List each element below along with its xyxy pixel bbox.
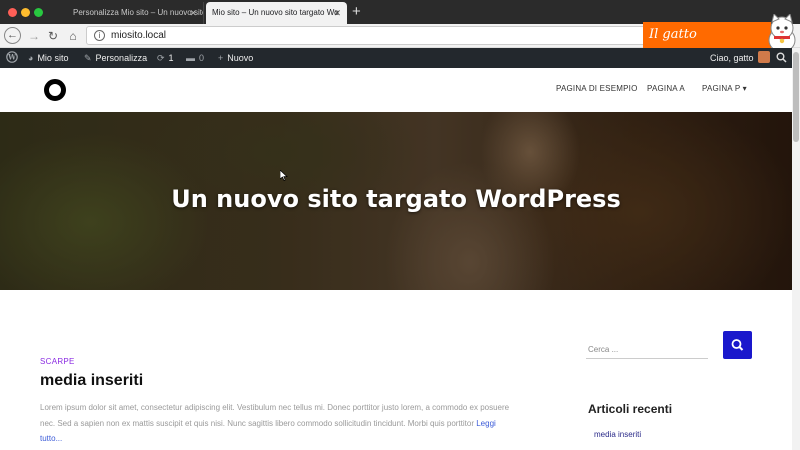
- close-window-button[interactable]: [8, 8, 17, 17]
- comment-icon: ▬: [186, 53, 195, 63]
- customize-label: Personalizza: [95, 53, 148, 63]
- search-input[interactable]: Cerca ...: [586, 342, 708, 359]
- search-icon: [731, 339, 744, 351]
- admin-bar-site-link[interactable]: ◕ Mio sito: [28, 48, 68, 68]
- post-category[interactable]: SCARPE: [40, 357, 75, 366]
- wordpress-logo-icon[interactable]: W: [6, 48, 18, 68]
- home-icon[interactable]: ⌂: [64, 27, 82, 45]
- tab-label: Mio sito – Un nuovo sito targato Wo: [212, 8, 339, 17]
- menu-item-pagina-a[interactable]: PAGINA A: [647, 84, 685, 93]
- new-tab-icon[interactable]: +: [352, 3, 361, 21]
- close-tab-icon[interactable]: ✕: [333, 2, 341, 24]
- brush-icon: ✎: [84, 53, 92, 63]
- plus-icon: +: [218, 53, 224, 63]
- minimize-window-button[interactable]: [21, 8, 30, 17]
- reload-icon[interactable]: ↻: [44, 27, 62, 45]
- maximize-window-button[interactable]: [34, 8, 43, 17]
- page-scrollbar[interactable]: [792, 48, 800, 450]
- site-logo[interactable]: [44, 79, 66, 101]
- site-name: Mio sito: [37, 53, 69, 63]
- updates-count: 1: [168, 53, 174, 63]
- forward-icon[interactable]: →: [25, 27, 43, 45]
- dashboard-icon: ◕: [28, 53, 34, 63]
- avatar: [757, 51, 770, 63]
- menu-item-pagina-p[interactable]: PAGINA P ▾: [702, 84, 747, 93]
- admin-bar-updates-link[interactable]: ⟳ 1: [157, 48, 174, 68]
- updates-icon: ⟳: [157, 53, 165, 63]
- admin-bar-customize-link[interactable]: ✎ Personalizza: [84, 48, 147, 68]
- hero-title: Un nuovo sito targato WordPress: [171, 185, 621, 213]
- svg-text:W: W: [7, 53, 16, 62]
- url-text[interactable]: miosito.local: [111, 30, 166, 41]
- tab-customize[interactable]: Personalizza Mio sito – Un nuovo sito ✕: [67, 2, 204, 24]
- menu-item-label: PAGINA P: [702, 84, 741, 93]
- caret-down-icon: ▾: [742, 84, 747, 93]
- post-title[interactable]: media inseriti: [40, 372, 143, 390]
- post-excerpt: Lorem ipsum dolor sit amet, consectetur …: [40, 400, 510, 447]
- admin-bar-account-link[interactable]: Ciao, gatto: [710, 48, 770, 68]
- wp-admin-bar: W ◕ Mio sito ✎ Personalizza ⟳ 1 ▬ 0 + Nuovo C…: [0, 48, 792, 68]
- info-icon[interactable]: i: [94, 30, 105, 41]
- admin-bar-new-link[interactable]: + Nuovo: [218, 48, 253, 68]
- back-icon[interactable]: ←: [4, 27, 21, 44]
- admin-bar-comments-link[interactable]: ▬ 0: [186, 48, 204, 68]
- new-label: Nuovo: [227, 53, 254, 63]
- watermark-logo: Il gatto WordPress: [643, 22, 771, 68]
- menu-item-pagina-di-esempio[interactable]: PAGINA DI ESEMPIO: [556, 84, 638, 93]
- close-tab-icon[interactable]: ✕: [189, 2, 197, 24]
- excerpt-text: Lorem ipsum dolor sit amet, consectetur …: [40, 403, 510, 428]
- greeting-text: Ciao, gatto: [710, 53, 754, 63]
- hero-banner: Un nuovo sito targato WordPress: [0, 112, 792, 290]
- search-icon[interactable]: [776, 48, 787, 68]
- comments-count: 0: [199, 53, 205, 63]
- mouse-cursor-icon: [280, 170, 288, 181]
- recent-posts-title: Articoli recenti: [588, 402, 673, 416]
- search-button[interactable]: [723, 331, 752, 359]
- main-content: SCARPE media inseriti Lorem ipsum dolor …: [0, 290, 792, 450]
- tab-site[interactable]: Mio sito – Un nuovo sito targato Wo ✕: [206, 2, 347, 24]
- site-header: PAGINA DI ESEMPIO PAGINA A PAGINA P ▾: [0, 68, 792, 112]
- screen: Personalizza Mio sito – Un nuovo sito ✕ …: [0, 0, 800, 450]
- recent-post-link[interactable]: media inseriti: [594, 430, 641, 439]
- address-bar[interactable]: i miosito.local: [86, 26, 666, 45]
- tab-label: Personalizza Mio sito – Un nuovo sito: [73, 8, 204, 17]
- scrollbar-thumb[interactable]: [793, 52, 799, 142]
